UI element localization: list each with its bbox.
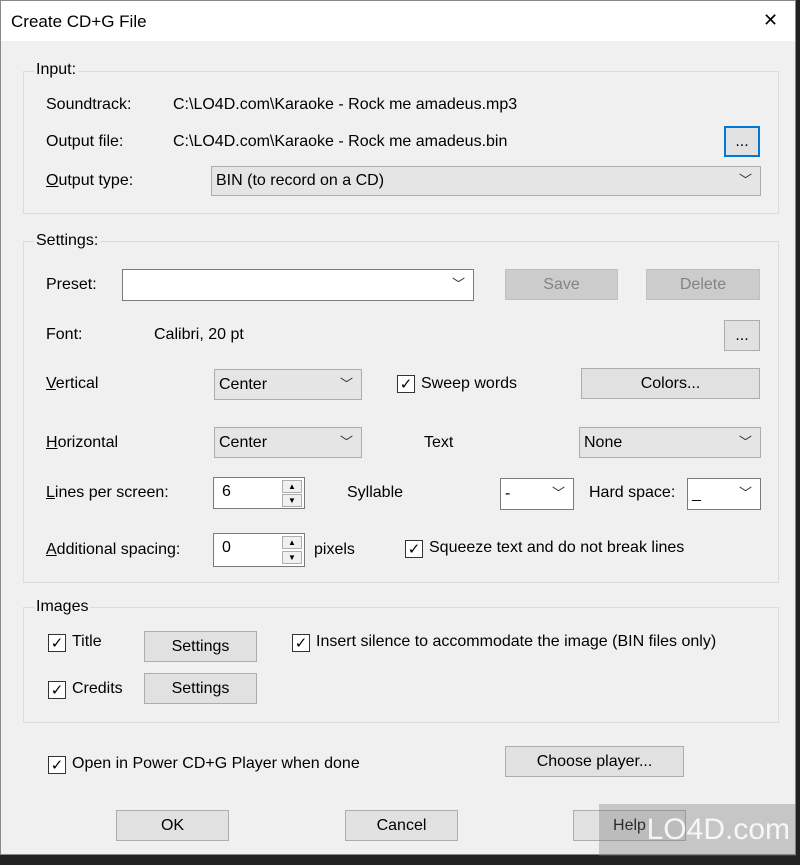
additional-spacing-value[interactable]: 0 <box>222 539 231 557</box>
output-file-browse-button[interactable]: ... <box>724 126 760 157</box>
pixels-label: pixels <box>314 541 355 558</box>
text-value: None <box>584 433 623 451</box>
credits-image-checkbox[interactable]: ✓ <box>48 681 66 699</box>
create-cdg-dialog: Create CD+G File ✕ Input: Soundtrack: C:… <box>0 0 796 856</box>
spin-down-icon[interactable]: ▼ <box>282 494 302 507</box>
credits-image-label[interactable]: Credits <box>72 680 123 698</box>
title-image-checkbox[interactable]: ✓ <box>48 634 66 652</box>
lines-per-screen-spinner[interactable]: 6 ▲ ▼ <box>213 477 305 509</box>
horizontal-value: Center <box>219 433 268 451</box>
squeeze-text-label[interactable]: Squeeze text and do not break lines <box>429 539 684 557</box>
chevron-down-icon: ﹀ <box>339 434 353 450</box>
images-group <box>23 607 779 723</box>
save-preset-button[interactable]: Save <box>505 269 618 300</box>
delete-preset-button[interactable]: Delete <box>646 269 760 300</box>
vertical-select[interactable]: Center ﹀ <box>214 369 362 400</box>
font-button[interactable]: ... <box>724 320 760 351</box>
output-type-select[interactable]: BIN (to record on a CD) ﹀ <box>211 166 761 196</box>
open-player-checkbox[interactable]: ✓ <box>48 756 66 774</box>
output-type-label: Output type: <box>46 172 134 189</box>
chevron-down-icon: ﹀ <box>451 276 465 292</box>
chevron-down-icon: ﹀ <box>551 485 565 501</box>
preset-select[interactable]: ﹀ <box>122 269 474 301</box>
chevron-down-icon: ﹀ <box>738 172 752 188</box>
syllable-select[interactable]: - ﹀ <box>500 478 574 510</box>
output-file-value: C:\LO4D.com\Karaoke - Rock me amadeus.bi… <box>173 133 508 150</box>
horizontal-select[interactable]: Center ﹀ <box>214 427 362 458</box>
hard-space-value: _ <box>692 485 701 502</box>
hard-space-select[interactable]: _ ﹀ <box>687 478 761 510</box>
syllable-value: - <box>505 485 511 502</box>
lines-per-screen-value[interactable]: 6 <box>222 483 231 501</box>
sweep-words-label[interactable]: Sweep words <box>421 375 517 393</box>
sweep-words-checkbox[interactable]: ✓ <box>397 375 415 393</box>
chevron-down-icon: ﹀ <box>339 376 353 392</box>
insert-silence-checkbox[interactable]: ✓ <box>292 634 310 652</box>
font-label: Font: <box>46 326 83 343</box>
title-bar: Create CD+G File ✕ <box>1 1 795 41</box>
insert-silence-label[interactable]: Insert silence to accommodate the image … <box>316 633 716 651</box>
additional-spacing-label: Additional spacing: <box>46 541 181 558</box>
text-select[interactable]: None ﹀ <box>579 427 761 458</box>
credits-settings-button[interactable]: Settings <box>144 673 257 704</box>
spin-up-icon[interactable]: ▲ <box>282 536 302 549</box>
cancel-button[interactable]: Cancel <box>345 810 458 841</box>
chevron-down-icon: ﹀ <box>738 485 752 501</box>
title-image-label[interactable]: Title <box>72 633 102 651</box>
colors-button[interactable]: Colors... <box>581 368 760 399</box>
window-title: Create CD+G File <box>11 12 147 31</box>
spin-up-icon[interactable]: ▲ <box>282 480 302 493</box>
soundtrack-value: C:\LO4D.com\Karaoke - Rock me amadeus.mp… <box>173 96 518 113</box>
output-type-value: BIN (to record on a CD) <box>216 172 385 189</box>
close-icon[interactable]: ✕ <box>763 10 778 31</box>
images-group-label: Images <box>34 598 91 616</box>
hard-space-label: Hard space: <box>589 484 676 501</box>
output-file-label: Output file: <box>46 133 124 150</box>
text-label: Text <box>424 434 454 451</box>
horizontal-label: Horizontal <box>46 434 119 451</box>
settings-group-label: Settings: <box>34 232 101 250</box>
font-value: Calibri, 20 pt <box>154 326 244 343</box>
lo4d-watermark: LO4D.com <box>599 804 796 856</box>
input-group-label: Input: <box>34 61 79 79</box>
squeeze-text-checkbox[interactable]: ✓ <box>405 540 423 558</box>
vertical-label: Vertical <box>46 375 99 392</box>
vertical-value: Center <box>219 375 268 393</box>
additional-spacing-spinner[interactable]: 0 ▲ ▼ <box>213 533 305 567</box>
choose-player-button[interactable]: Choose player... <box>505 746 684 777</box>
chevron-down-icon: ﹀ <box>738 434 752 450</box>
soundtrack-label: Soundtrack: <box>46 96 132 113</box>
title-settings-button[interactable]: Settings <box>144 631 257 662</box>
lines-per-screen-label: Lines per screen: <box>46 484 169 501</box>
open-player-label[interactable]: Open in Power CD+G Player when done <box>72 755 360 773</box>
preset-label: Preset: <box>46 276 97 293</box>
syllable-label: Syllable <box>347 484 404 501</box>
spin-down-icon[interactable]: ▼ <box>282 551 302 564</box>
ok-button[interactable]: OK <box>116 810 229 841</box>
